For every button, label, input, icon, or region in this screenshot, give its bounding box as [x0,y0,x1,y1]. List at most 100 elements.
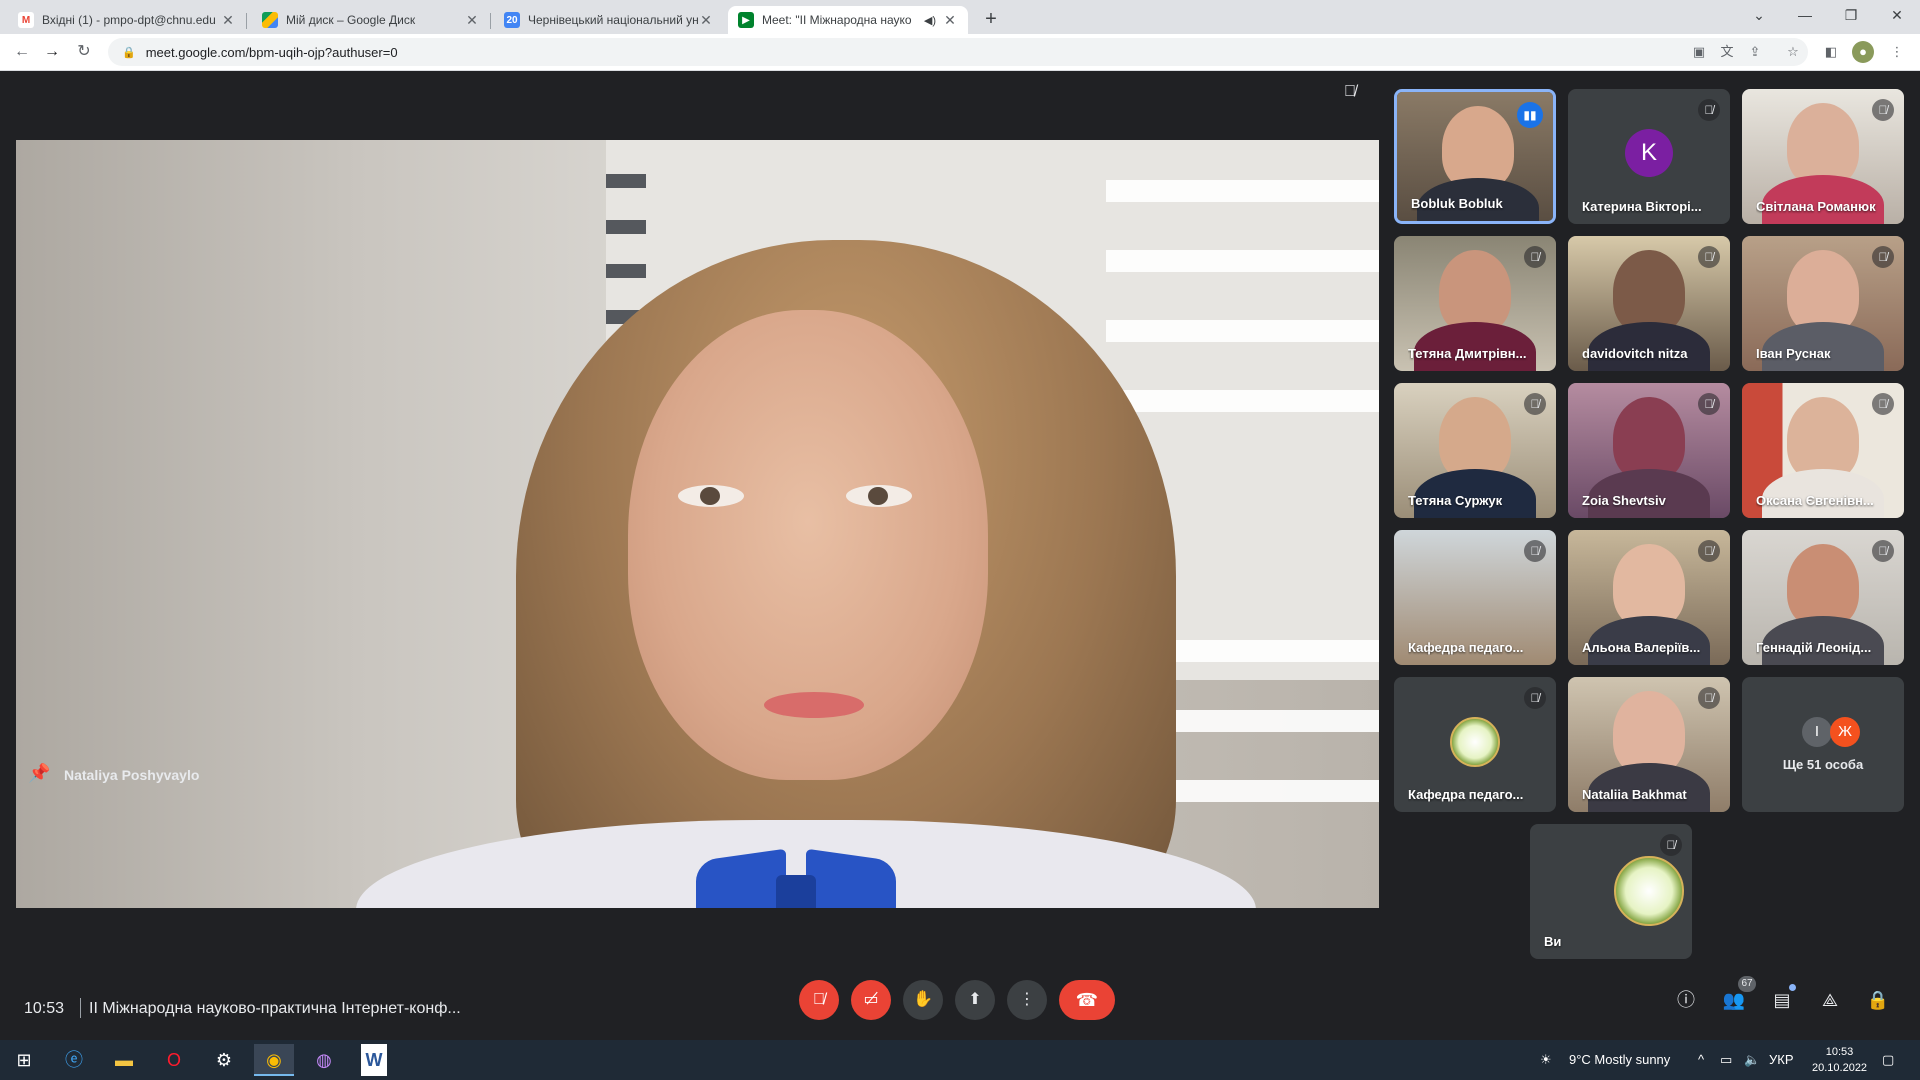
share-icon[interactable]: ⇪ [1744,41,1766,63]
chrome-icon[interactable]: ◉ [254,1044,294,1076]
browser-tab-drive[interactable]: Мій диск – Google Диск ✕ [252,6,491,34]
muted-mic-icon: 🎙̸ [1872,99,1894,121]
close-tab-icon[interactable]: ✕ [942,12,958,29]
department-logo [1614,856,1684,926]
present-screen-button[interactable]: ⬆ [955,980,995,1020]
tab-separator [490,13,491,29]
back-icon[interactable]: ← [10,40,34,64]
edge-icon[interactable]: ⓔ [54,1044,94,1076]
participant-name: Альона Валеріїв... [1582,640,1701,655]
calendar-icon: 20 [504,12,520,28]
participant-tile[interactable]: 🎙̸ Тетяна Суржук [1394,383,1556,518]
address-bar[interactable]: 🔒 meet.google.com/bpm-uqih-ojp?authuser=… [108,38,1808,66]
close-tab-icon[interactable]: ✕ [698,12,714,29]
muted-mic-icon: 🎙̸ [1524,393,1546,415]
bookmark-star-icon[interactable]: ☆ [1782,41,1804,63]
more-participants-tile[interactable]: І Ж Ще 51 особа [1742,677,1904,812]
lock-icon[interactable]: 🔒 [122,46,136,59]
participant-tile[interactable]: 🎙̸ Оксана Євгенівн... [1742,383,1904,518]
main-speaker-video[interactable]: Ψ [16,140,1379,908]
participant-name: davidovitch nitza [1582,346,1688,361]
new-tab-button[interactable]: + [978,6,1004,32]
tab-search-icon[interactable]: ⌄ [1736,0,1782,30]
notifications-icon[interactable]: ▢ [1882,1040,1894,1080]
participant-tile[interactable]: 🎙̸ Тетяна Дмитрівн... [1394,236,1556,371]
file-explorer-icon[interactable]: ▬ [104,1044,144,1076]
reload-icon[interactable]: ↻ [72,40,96,64]
participant-name: Тетяна Дмитрівн... [1408,346,1527,361]
host-controls-icon[interactable]: 🔒 [1862,984,1894,1016]
input-language[interactable]: УКР [1769,1040,1794,1080]
meeting-title[interactable]: ІІ Міжнародна науково-практична Інтернет… [89,1000,461,1018]
minimize-button[interactable]: — [1782,0,1828,30]
restore-button[interactable]: ❐ [1828,0,1874,30]
camera-blocked-icon[interactable]: ▣ [1688,41,1710,63]
muted-mic-icon: 🎙̸ [1344,83,1356,100]
blue-bow-tie [696,845,896,908]
weather-icon[interactable]: ☀ [1540,1040,1552,1080]
participant-tile[interactable]: 🎙̸ davidovitch nitza [1568,236,1730,371]
pin-icon[interactable]: 📌 [28,763,50,784]
self-tile[interactable]: 🎙̸ Ви [1530,824,1692,959]
meeting-clock: 10:53 [24,1000,65,1017]
settings-icon[interactable]: ⚙ [204,1044,244,1076]
close-tab-icon[interactable]: ✕ [220,12,236,29]
participant-tile[interactable]: 🎙̸ Геннадій Леонід... [1742,530,1904,665]
activities-icon[interactable]: ⟁ [1814,984,1846,1016]
opera-icon[interactable]: O [154,1044,194,1076]
weather-text[interactable]: 9°C Mostly sunny [1569,1040,1670,1080]
tab-title: Вхідні (1) - pmpo-dpt@chnu.edu [42,13,216,27]
meeting-details-icon[interactable]: ⓘ [1670,984,1702,1016]
chat-button[interactable]: ▤ [1766,984,1798,1016]
participant-name: Геннадій Леонід... [1756,640,1872,655]
browser-menu-icon[interactable]: ⋮ [1886,41,1908,63]
windows-start-icon[interactable]: ⊞ [4,1044,44,1076]
browser-tab-calendar[interactable]: 20 Чернівецький національний ун ✕ [494,6,724,34]
participant-tile[interactable]: 🎙̸ Nataliia Bakhmat [1568,677,1730,812]
close-window-button[interactable]: ✕ [1874,0,1920,30]
participant-tile[interactable]: 🎙̸ Світлана Романюк [1742,89,1904,224]
forward-icon[interactable]: → [40,40,64,64]
muted-mic-icon: 🎙̸ [1698,246,1720,268]
participant-name: Тетяна Суржук [1408,493,1503,508]
participant-name: Світлана Романюк [1756,199,1876,214]
raise-hand-button[interactable]: ✋ [903,980,943,1020]
participant-name: Nataliia Bakhmat [1582,787,1687,802]
leave-call-button[interactable]: ☎ [1059,980,1115,1020]
light-band [1106,250,1379,272]
photos-icon[interactable]: ◍ [304,1044,344,1076]
participant-tile[interactable]: 🎙̸ Іван Руснак [1742,236,1904,371]
tray-overflow-icon[interactable]: ^ [1698,1040,1704,1080]
tab-title: Чернівецький національний ун [528,13,698,27]
translate-icon[interactable]: 文 [1716,41,1738,63]
participant-tile[interactable]: 🎙̸ Альона Валеріїв... [1568,530,1730,665]
word-icon[interactable]: W [361,1044,387,1076]
profile-avatar[interactable]: ● [1852,41,1874,63]
toggle-camera-button[interactable]: ▭̸ [851,980,891,1020]
browser-tab-meet[interactable]: ▶ Meet: "ІІ Міжнародна науко ◀) ✕ [728,6,968,34]
taskbar-clock[interactable]: 10:53 20.10.2022 [1812,1044,1867,1076]
participant-tile[interactable]: 🎙̸ Zoia Shevtsiv [1568,383,1730,518]
url-text: meet.google.com/bpm-uqih-ojp?authuser=0 [145,44,398,60]
participant-tile[interactable]: 🎙̸ Кафедра педаго... [1394,677,1556,812]
light-band [1106,390,1379,412]
network-icon[interactable]: ▭ [1720,1040,1732,1080]
muted-mic-icon: 🎙̸ [1872,540,1894,562]
browser-tab-gmail[interactable]: M Вхідні (1) - pmpo-dpt@chnu.edu ✕ [8,6,247,34]
audio-playing-icon[interactable]: ◀) [924,14,936,27]
volume-icon[interactable]: 🔈 [1744,1040,1760,1080]
muted-mic-icon: 🎙̸ [1660,834,1682,856]
toggle-microphone-button[interactable]: 🎙̸ [799,980,839,1020]
main-speaker-name: Nataliya Poshyvaylo [64,767,200,783]
participant-tile[interactable]: 🎙̸ Кафедра педаго... [1394,530,1556,665]
speaking-indicator-icon: ▮▮ [1517,102,1543,128]
participant-tile[interactable]: ▮▮ Bobluk Bobluk [1394,89,1556,224]
close-tab-icon[interactable]: ✕ [464,12,480,29]
muted-mic-icon: 🎙̸ [1524,246,1546,268]
side-panel-icon[interactable]: ◧ [1820,41,1842,63]
more-options-button[interactable]: ⋮ [1007,980,1047,1020]
google-drive-icon [262,12,278,28]
bow-left [696,848,786,908]
people-button[interactable]: 👥 67 [1718,976,1756,1016]
participant-tile[interactable]: K 🎙̸ Катерина Вікторі... [1568,89,1730,224]
